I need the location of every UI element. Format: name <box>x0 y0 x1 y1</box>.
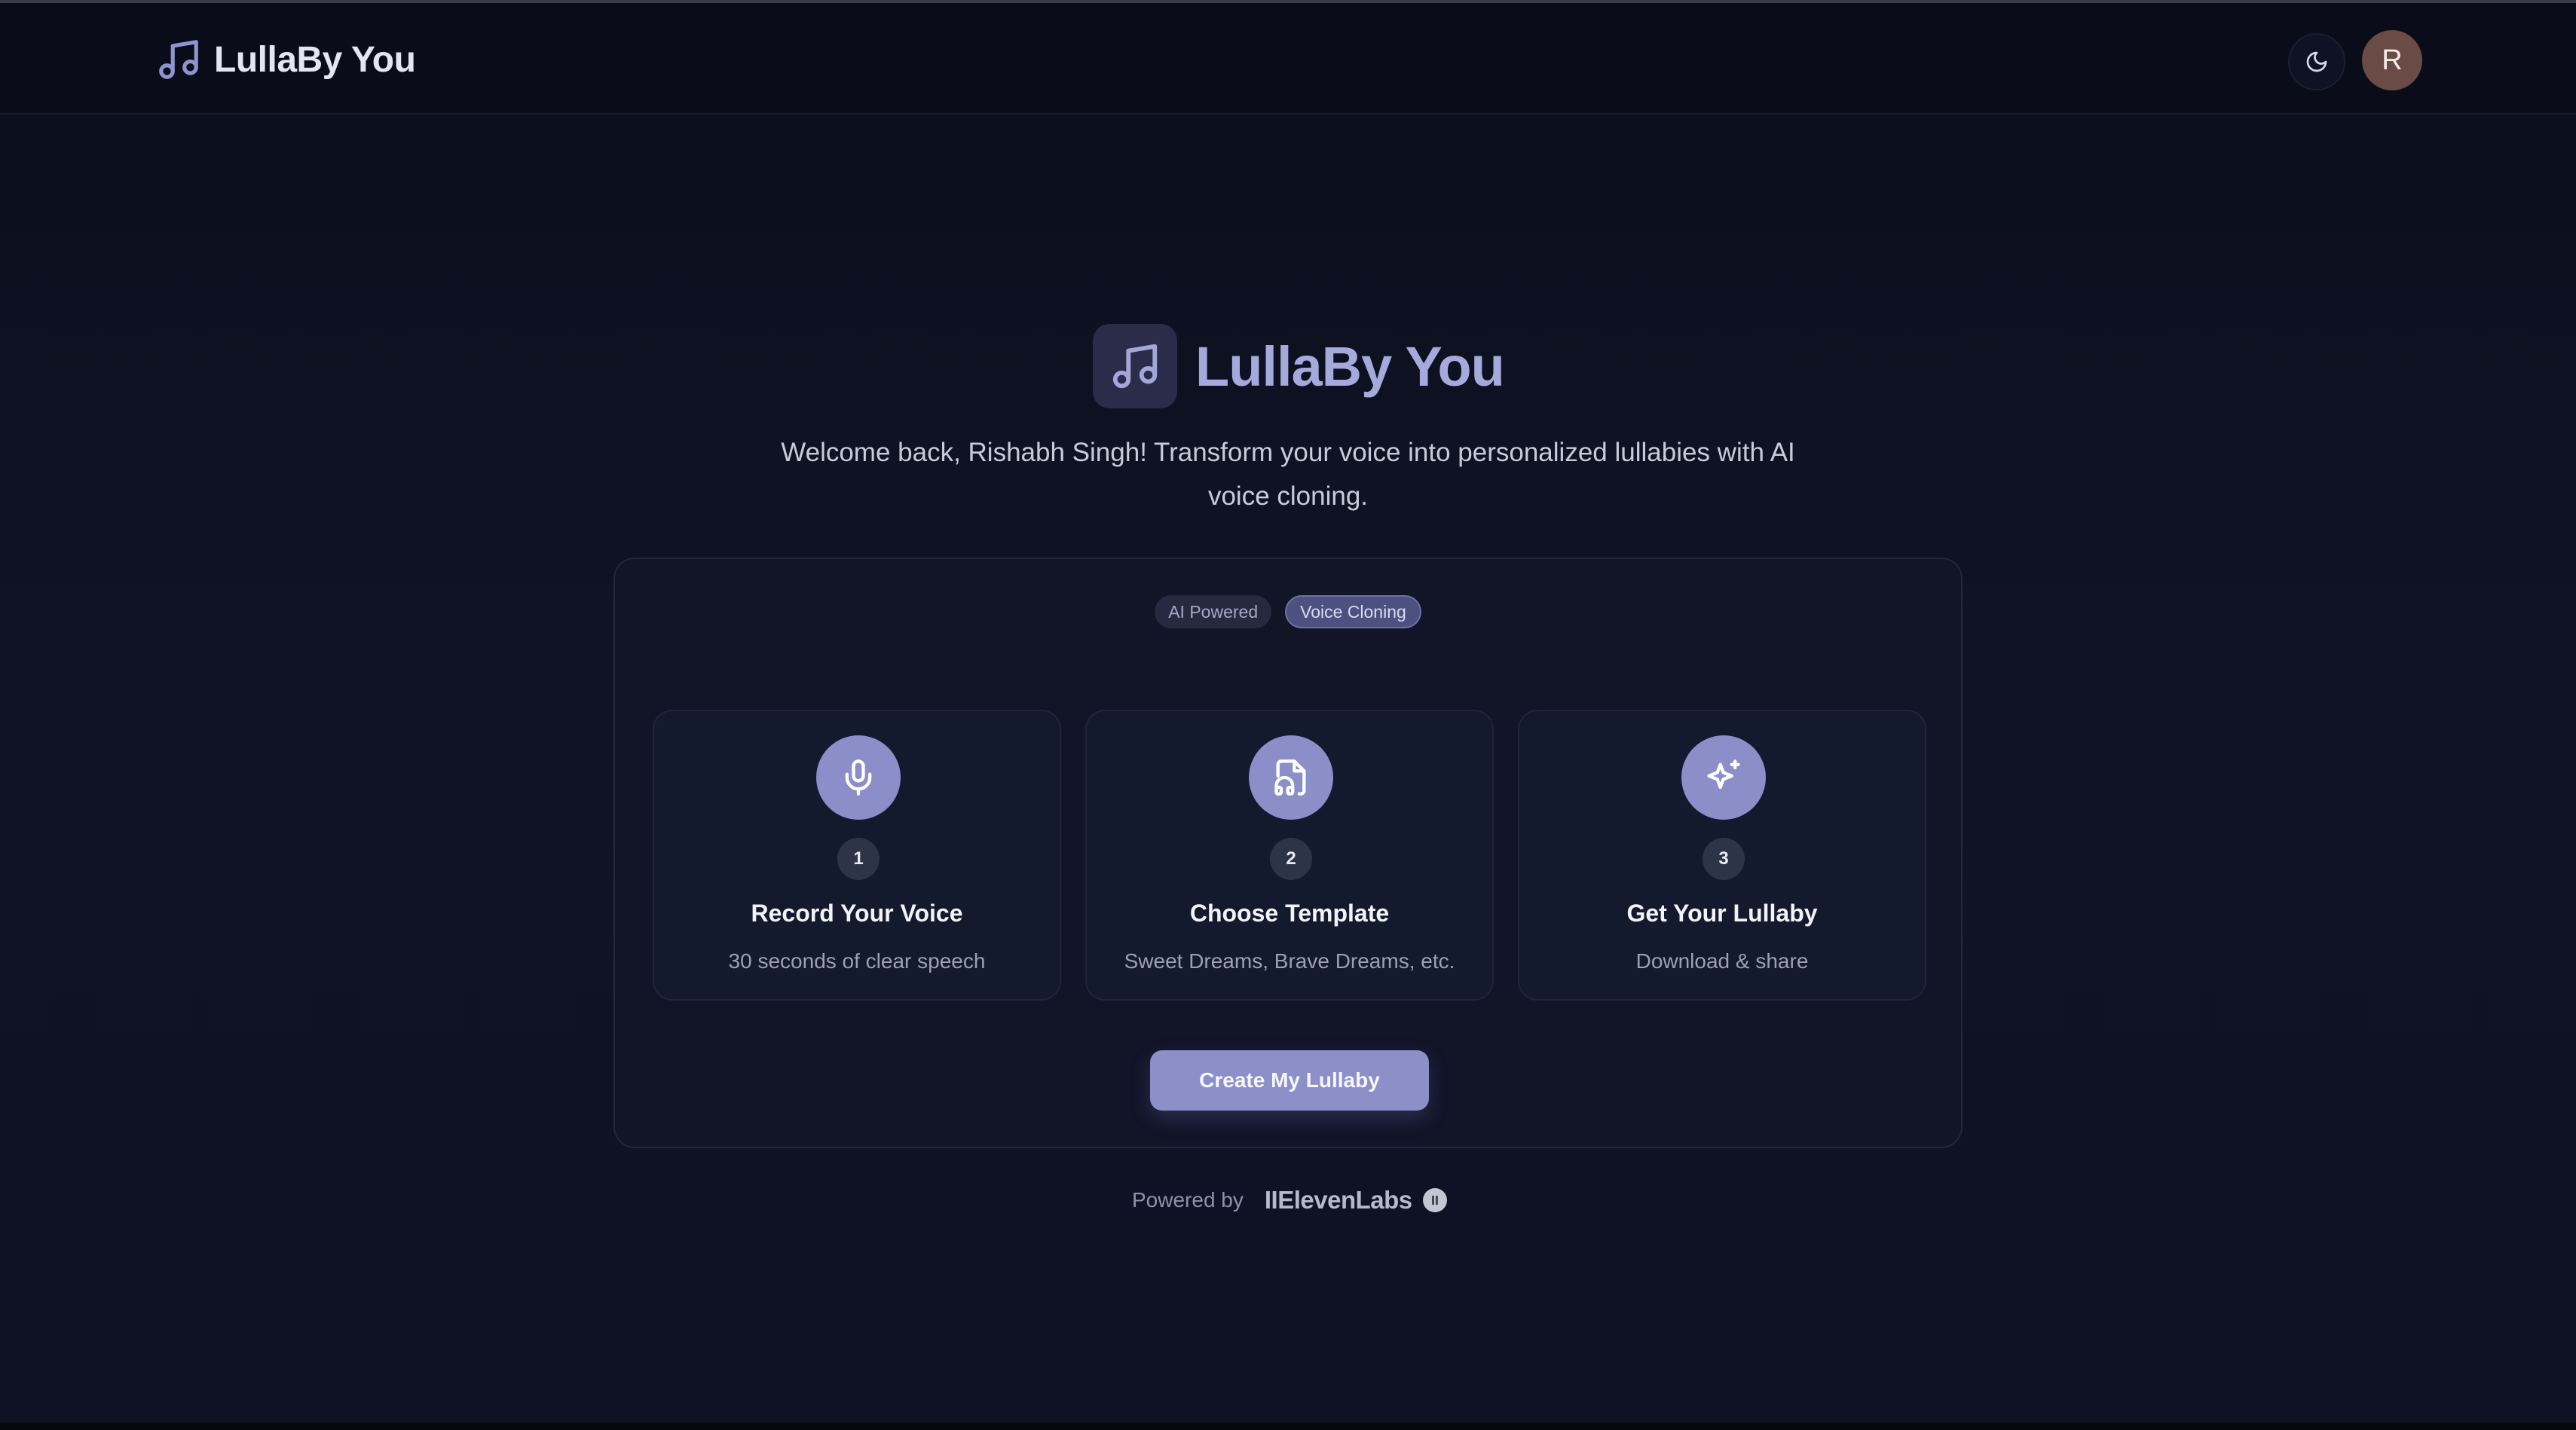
audio-file-icon <box>1249 735 1333 820</box>
elevenlabs-badge-icon <box>1422 1188 1447 1212</box>
provider-name: IIElevenLabs <box>1264 1186 1412 1214</box>
step-card-record: 1 Record Your Voice 30 seconds of clear … <box>653 710 1061 1001</box>
step-card-result: 3 Get Your Lullaby Download & share <box>1518 710 1926 1001</box>
brand-link[interactable]: LullaBy You <box>155 35 416 84</box>
step-description: Download & share <box>1635 949 1809 973</box>
step-description: 30 seconds of clear speech <box>728 949 986 973</box>
step-title: Choose Template <box>1189 900 1390 927</box>
welcome-subtitle: Welcome back, Rishabh Singh! Transform y… <box>781 438 1795 511</box>
powered-by-label: Powered by <box>1132 1188 1244 1212</box>
music-note-icon <box>1112 344 1158 389</box>
moon-icon <box>2306 51 2327 72</box>
bottom-edge-bar <box>0 1422 2576 1430</box>
page-title: LullaBy You <box>1195 335 1505 398</box>
step-description: Sweet Dreams, Brave Dreams, etc. <box>1124 949 1455 973</box>
step-card-template: 2 Choose Template Sweet Dreams, Brave Dr… <box>1085 710 1494 1001</box>
how-it-works-card: AI Powered Voice Cloning 1 Record Your V… <box>613 558 1963 1148</box>
hero-icon-box <box>1093 324 1177 408</box>
powered-by: Powered by IIElevenLabs <box>1132 1181 1447 1219</box>
sparkles-icon <box>1681 735 1766 820</box>
step-title: Get Your Lullaby <box>1626 900 1818 927</box>
music-note-icon <box>159 40 198 79</box>
step-number: 3 <box>1703 838 1745 880</box>
step-number: 1 <box>837 838 880 880</box>
step-number: 2 <box>1270 838 1312 880</box>
top-navbar: LullaBy You R <box>0 3 2576 115</box>
brand-name: LullaBy You <box>214 39 416 80</box>
badge-ai-powered: AI Powered <box>1155 595 1272 628</box>
hero-heading: LullaBy You <box>1093 324 1505 408</box>
create-lullaby-button[interactable]: Create My Lullaby <box>1150 1050 1429 1111</box>
step-title: Record Your Voice <box>751 900 963 927</box>
feature-badges: AI Powered Voice Cloning <box>615 595 1961 628</box>
badge-voice-cloning: Voice Cloning <box>1285 595 1421 628</box>
microphone-icon <box>816 735 901 820</box>
theme-toggle-button[interactable] <box>2288 33 2345 90</box>
app-page: LullaBy You R LullaBy You Welcome back, … <box>0 0 2576 1430</box>
elevenlabs-logo[interactable]: IIElevenLabs <box>1265 1186 1447 1215</box>
user-avatar[interactable]: R <box>2362 30 2422 90</box>
